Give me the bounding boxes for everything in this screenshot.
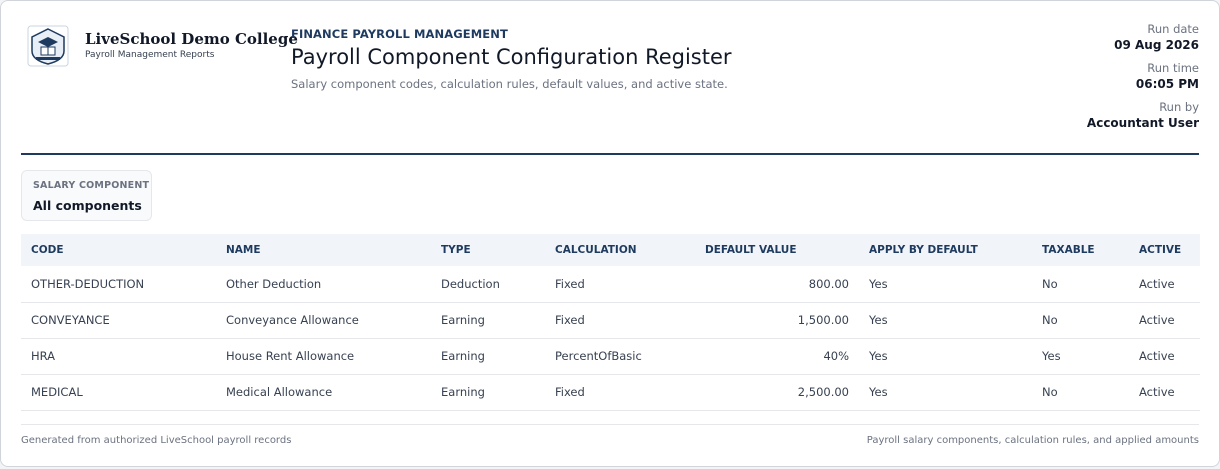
column-header-taxable: TAXABLE (1042, 244, 1095, 256)
table-row: OTHER-DEDUCTION Other Deduction Deductio… (21, 266, 1200, 303)
cell-default-value: 800.00 (695, 266, 859, 303)
cell-taxable: No (1032, 266, 1129, 303)
cell-active: Active (1129, 266, 1200, 303)
cell-active: Active (1129, 374, 1200, 411)
cell-calculation: Fixed (545, 374, 695, 411)
cell-type: Earning (431, 338, 545, 375)
cell-apply-by-default: Yes (859, 374, 1032, 411)
run-date-label: Run date (1147, 22, 1199, 36)
school-crest-icon (27, 25, 69, 67)
cell-name: Other Deduction (216, 266, 431, 303)
cell-taxable: No (1032, 302, 1129, 339)
column-header-calculation: CALCULATION (555, 244, 637, 256)
cell-default-value: 1,500.00 (695, 302, 859, 339)
column-header-default-value: DEFAULT VALUE (705, 244, 797, 256)
cell-taxable: Yes (1032, 338, 1129, 375)
run-time-value: 06:05 PM (1135, 77, 1199, 91)
cell-code: CONVEYANCE (21, 302, 216, 339)
cell-apply-by-default: Yes (859, 266, 1032, 303)
column-header-name: NAME (226, 244, 261, 256)
cell-calculation: Fixed (545, 302, 695, 339)
college-name: LiveSchool Demo College (85, 30, 298, 48)
column-header-type: TYPE (441, 244, 471, 256)
table-row: CONVEYANCE Conveyance Allowance Earning … (21, 302, 1200, 339)
cell-apply-by-default: Yes (859, 302, 1032, 339)
run-date-value: 09 Aug 2026 (1114, 38, 1199, 52)
cell-name: Conveyance Allowance (216, 302, 431, 339)
cell-calculation: Fixed (545, 266, 695, 303)
cell-code: OTHER-DEDUCTION (21, 266, 216, 303)
report-header: LiveSchool Demo College Payroll Manageme… (21, 1, 1199, 155)
run-metadata: Run date 09 Aug 2026 Run time 06:05 PM R… (1087, 21, 1199, 138)
page-subtitle: Salary component codes, calculation rule… (291, 77, 728, 91)
cell-default-value: 2,500.00 (695, 374, 859, 411)
filter-value: All components (33, 198, 142, 213)
run-time-label: Run time (1147, 61, 1199, 75)
cell-name: Medical Allowance (216, 374, 431, 411)
page-title: Payroll Component Configuration Register (291, 45, 732, 69)
footer-divider (21, 424, 1199, 425)
cell-type: Deduction (431, 266, 545, 303)
column-header-apply-by-default: APPLY BY DEFAULT (869, 244, 978, 256)
run-by-value: Accountant User (1086, 116, 1199, 130)
component-table: CODE NAME TYPE CALCULATION DEFAULT VALUE… (21, 234, 1200, 411)
column-header-code: CODE (31, 244, 64, 256)
cell-active: Active (1129, 338, 1200, 375)
report-category: FINANCE PAYROLL MANAGEMENT (291, 27, 508, 41)
cell-type: Earning (431, 302, 545, 339)
cell-calculation: PercentOfBasic (545, 338, 695, 375)
cell-default-value: 40% (695, 338, 859, 375)
cell-apply-by-default: Yes (859, 338, 1032, 375)
footer-left-note: Generated from authorized LiveSchool pay… (21, 435, 292, 446)
run-by-label: Run by (1159, 100, 1199, 114)
cell-name: House Rent Allowance (216, 338, 431, 375)
cell-active: Active (1129, 302, 1200, 339)
table-row: HRA House Rent Allowance Earning Percent… (21, 338, 1200, 375)
table-row: MEDICAL Medical Allowance Earning Fixed … (21, 374, 1200, 411)
cell-type: Earning (431, 374, 545, 411)
college-subtitle: Payroll Management Reports (85, 50, 215, 60)
cell-code: MEDICAL (21, 374, 216, 411)
filter-label: SALARY COMPONENT (33, 180, 150, 191)
footer-right-note: Payroll salary components, calculation r… (866, 435, 1199, 446)
salary-component-filter[interactable]: SALARY COMPONENT All components (21, 170, 152, 221)
report-sheet: LiveSchool Demo College Payroll Manageme… (0, 0, 1220, 467)
table-header-row: CODE NAME TYPE CALCULATION DEFAULT VALUE… (21, 234, 1200, 266)
column-header-active: ACTIVE (1139, 244, 1182, 256)
cell-taxable: No (1032, 374, 1129, 411)
cell-code: HRA (21, 338, 216, 375)
